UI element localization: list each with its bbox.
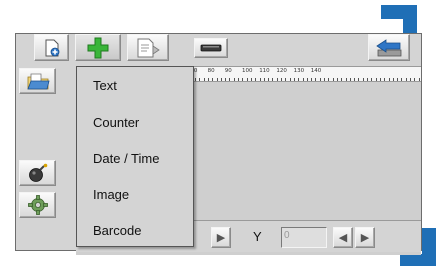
ruler-tick xyxy=(311,78,313,81)
open-button[interactable] xyxy=(19,68,56,94)
ruler-tick xyxy=(388,78,390,81)
ruler-tick xyxy=(379,78,381,81)
menu-item-image[interactable]: Image xyxy=(93,187,129,202)
ruler-tick xyxy=(384,78,386,81)
edit-element-button[interactable] xyxy=(127,34,169,61)
ruler-tick xyxy=(229,78,231,81)
add-element-menu: Text Counter Date / Time Image Barcode xyxy=(76,66,194,247)
ruler-label: 120 xyxy=(276,68,287,74)
chevron-left-icon: ◀ xyxy=(338,231,348,244)
ruler-tick xyxy=(345,78,347,81)
menu-item-counter[interactable]: Counter xyxy=(93,115,139,130)
ruler-tick xyxy=(212,78,214,81)
ruler-tick xyxy=(336,78,338,81)
y-increment-button[interactable]: ▶ xyxy=(355,227,375,248)
corner-bracket-bottom-base xyxy=(400,254,436,266)
ruler-tick xyxy=(397,78,399,81)
ruler-label: 110 xyxy=(259,68,270,74)
ruler-tick xyxy=(276,78,278,81)
ruler-tick xyxy=(401,78,403,81)
ruler-tick xyxy=(418,78,420,81)
chevron-right-icon: ▶ xyxy=(360,231,370,244)
ruler-tick xyxy=(354,78,356,81)
ruler-tick xyxy=(358,78,360,81)
add-element-button[interactable] xyxy=(75,34,121,61)
ruler-tick xyxy=(272,78,274,81)
ruler-tick xyxy=(315,78,317,81)
y-value: 0 xyxy=(284,230,290,241)
y-decrement-button[interactable]: ◀ xyxy=(333,227,353,248)
ruler-tick xyxy=(328,78,330,81)
settings-gear-icon xyxy=(27,194,49,216)
y-label: Y xyxy=(253,229,262,244)
ruler-tick xyxy=(367,78,368,81)
ruler-tick xyxy=(263,78,265,81)
ruler-label: 130 xyxy=(293,68,305,74)
ruler-tick xyxy=(371,78,373,81)
chevron-right-icon: ▶ xyxy=(216,231,226,244)
bomb-button[interactable] xyxy=(19,160,56,186)
ruler-tick xyxy=(392,78,394,81)
ruler-tick xyxy=(233,78,235,81)
ruler-tick xyxy=(199,78,201,81)
new-document-button[interactable] xyxy=(34,34,69,61)
settings-button[interactable] xyxy=(19,192,56,218)
ruler-tick xyxy=(220,78,222,81)
ruler-tick xyxy=(259,78,261,81)
ruler-tick xyxy=(203,78,205,81)
ruler-label: 80 xyxy=(207,68,215,74)
ruler-tick xyxy=(281,78,282,81)
remove-element-button[interactable] xyxy=(194,38,228,58)
ruler-tick xyxy=(255,78,257,81)
back-button[interactable] xyxy=(368,34,410,61)
ruler-tick xyxy=(405,78,407,81)
ruler-tick xyxy=(410,78,411,81)
bomb-icon xyxy=(27,163,49,183)
ruler-tick xyxy=(268,78,270,81)
ruler-tick xyxy=(242,78,244,81)
back-arrow-icon xyxy=(375,38,403,58)
ruler-tick xyxy=(302,78,304,81)
y-field[interactable]: 0 xyxy=(281,227,327,248)
ruler-tick xyxy=(289,78,291,81)
ruler-tick xyxy=(285,78,287,81)
ruler-tick xyxy=(238,78,239,81)
plus-icon xyxy=(86,36,110,60)
ruler-label: 140 xyxy=(310,68,322,74)
ruler-label: 100 xyxy=(242,68,253,74)
ruler-label: 90 xyxy=(224,68,232,74)
ruler-tick xyxy=(414,78,416,81)
new-document-icon xyxy=(43,39,61,57)
ruler-tick xyxy=(362,78,364,81)
menu-item-barcode[interactable]: Barcode xyxy=(93,223,141,238)
ruler-tick xyxy=(195,78,196,81)
menu-item-date-time[interactable]: Date / Time xyxy=(93,151,159,166)
ruler-tick xyxy=(225,78,227,81)
edit-document-icon xyxy=(136,38,160,58)
ruler-tick xyxy=(246,78,248,81)
ruler-tick xyxy=(250,78,252,81)
ruler-tick xyxy=(306,78,308,81)
ruler-tick xyxy=(324,78,325,81)
ruler-tick xyxy=(293,78,295,81)
ruler-tick xyxy=(216,78,218,81)
ruler-tick xyxy=(332,78,334,81)
minus-icon xyxy=(200,44,222,52)
menu-item-text[interactable]: Text xyxy=(93,78,117,93)
x-increment-button[interactable]: ▶ xyxy=(211,227,231,248)
ruler-tick xyxy=(341,78,343,81)
ruler-tick xyxy=(349,78,351,81)
open-folder-icon xyxy=(26,71,50,91)
ruler-tick xyxy=(319,78,321,81)
ruler-tick xyxy=(375,78,377,81)
ruler-tick xyxy=(298,78,300,81)
ruler-tick xyxy=(207,78,209,81)
